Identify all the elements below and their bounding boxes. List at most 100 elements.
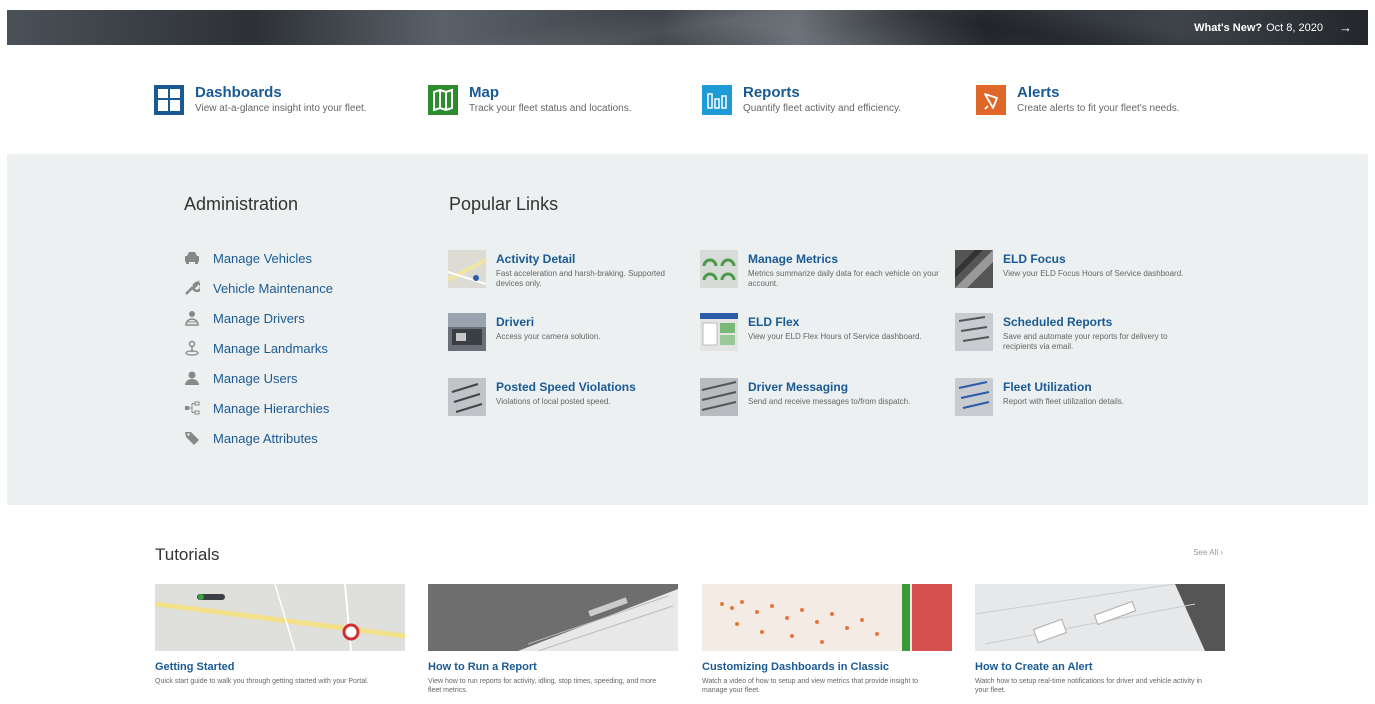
tag-icon (183, 429, 201, 447)
quick-link-title: Reports (743, 84, 800, 101)
popular-link-title: Driver Messaging (748, 380, 849, 394)
whats-new-date: Oct 8, 2020 (1266, 21, 1323, 34)
tutorial-desc: Watch a video of how to setup and view m… (702, 678, 919, 694)
admin-item-label: Manage Users (213, 370, 298, 386)
customizing-dashboards-thumbnail (702, 584, 952, 651)
popular-link-desc: Report with fleet utilization details. (1003, 397, 1124, 406)
quick-link-desc: Track your fleet status and locations. (469, 103, 632, 114)
admin-item-manage-users[interactable]: Manage Users (183, 363, 333, 393)
quick-link-title: Alerts (1017, 84, 1060, 101)
quick-link-dashboards[interactable]: Dashboards View at-a-glance insight into… (153, 84, 367, 116)
quick-link-reports[interactable]: Reports Quantify fleet activity and effi… (701, 84, 901, 116)
posted-speed-thumbnail (448, 378, 486, 416)
tutorial-card-customizing-dashboards[interactable]: Customizing Dashboards in Classic Watch … (702, 584, 952, 695)
tutorial-title: Getting Started (155, 661, 235, 673)
popular-link-desc: Access your camera solution. (496, 332, 601, 341)
eld-focus-thumbnail (955, 250, 993, 288)
quick-link-title: Dashboards (195, 84, 282, 101)
admin-item-label: Manage Landmarks (213, 340, 328, 356)
whats-new-label: What's New? (1194, 21, 1263, 34)
car-icon (183, 249, 201, 267)
scheduled-reports-thumbnail (955, 313, 993, 351)
popular-link-manage-metrics[interactable]: Manage Metrics Metrics summarize daily d… (700, 250, 940, 289)
tutorial-desc: Watch how to setup real-time notificatio… (975, 678, 1202, 694)
admin-item-label: Manage Drivers (213, 310, 305, 326)
popular-link-desc: Send and receive messages to/from dispat… (748, 397, 911, 406)
hero-banner: What's New? Oct 8, 2020 → (7, 10, 1368, 45)
fleet-utilization-thumbnail (955, 378, 993, 416)
user-icon (183, 369, 201, 387)
quick-link-map[interactable]: Map Track your fleet status and location… (427, 84, 632, 116)
popular-link-title: Posted Speed Violations (496, 380, 636, 394)
links-panel: Administration Popular Links Manage Vehi… (7, 154, 1368, 505)
popular-link-scheduled-reports[interactable]: Scheduled Reports Save and automate your… (955, 313, 1195, 352)
popular-link-desc: View your ELD Flex Hours of Service dash… (748, 332, 922, 341)
tutorial-desc: Quick start guide to walk you through ge… (155, 678, 369, 685)
admin-item-manage-drivers[interactable]: Manage Drivers (183, 303, 333, 333)
tutorial-title: Customizing Dashboards in Classic (702, 661, 890, 673)
popular-link-driveri[interactable]: Driveri Access your camera solution. (448, 313, 688, 351)
wrench-icon (183, 279, 201, 297)
popular-link-title: Scheduled Reports (1003, 315, 1113, 329)
tutorial-card-create-alert[interactable]: How to Create an Alert Watch how to setu… (975, 584, 1225, 695)
admin-item-label: Manage Attributes (213, 430, 318, 446)
tutorial-title: How to Create an Alert (975, 661, 1093, 673)
popular-link-title: Manage Metrics (748, 252, 839, 266)
popular-link-desc: Metrics summarize daily data for each ve… (748, 269, 939, 288)
see-all-link[interactable]: See All › (1193, 548, 1223, 557)
admin-item-manage-hierarchies[interactable]: Manage Hierarchies (183, 393, 333, 423)
admin-item-manage-attributes[interactable]: Manage Attributes (183, 423, 333, 453)
tutorials-heading: Tutorials (155, 545, 220, 564)
reports-icon (701, 84, 733, 116)
admin-item-vehicle-maintenance[interactable]: Vehicle Maintenance (183, 273, 333, 303)
admin-item-label: Manage Hierarchies (213, 400, 330, 416)
whats-new-link[interactable]: What's New? Oct 8, 2020 → (1194, 20, 1352, 35)
admin-item-label: Manage Vehicles (213, 250, 313, 266)
driver-messaging-thumbnail (700, 378, 738, 416)
popular-link-desc: Fast acceleration and harsh-braking. Sup… (496, 269, 665, 288)
eld-flex-thumbnail (700, 313, 738, 351)
popular-link-driver-messaging[interactable]: Driver Messaging Send and receive messag… (700, 378, 940, 416)
quick-link-alerts[interactable]: Alerts Create alerts to fit your fleet's… (975, 84, 1180, 116)
tutorial-title: How to Run a Report (428, 661, 537, 673)
getting-started-thumbnail (155, 584, 405, 651)
run-report-thumbnail (428, 584, 678, 651)
create-alert-thumbnail (975, 584, 1225, 651)
driver-icon (183, 309, 201, 327)
popular-link-title: Fleet Utilization (1003, 380, 1092, 394)
quick-link-desc: View at-a-glance insight into your fleet… (195, 103, 367, 114)
admin-item-label: Vehicle Maintenance (213, 280, 333, 296)
tutorial-desc: View how to run reports for activity, id… (428, 678, 657, 694)
alert-icon (975, 84, 1007, 116)
manage-metrics-thumbnail (700, 250, 738, 288)
admin-item-manage-vehicles[interactable]: Manage Vehicles (183, 243, 333, 273)
administration-list: Manage Vehicles Vehicle Maintenance Mana… (183, 243, 333, 453)
arrow-right-icon: → (1339, 20, 1352, 35)
popular-links-heading: Popular Links (449, 194, 559, 214)
quick-link-desc: Create alerts to fit your fleet's needs. (1017, 103, 1180, 114)
quick-link-desc: Quantify fleet activity and efficiency. (743, 103, 902, 114)
popular-link-desc: Violations of local posted speed. (496, 397, 611, 406)
landmark-icon (183, 339, 201, 357)
popular-link-title: Driveri (496, 315, 535, 329)
popular-link-posted-speed-violations[interactable]: Posted Speed Violations Violations of lo… (448, 378, 688, 416)
tutorial-card-run-report[interactable]: How to Run a Report View how to run repo… (428, 584, 678, 695)
popular-link-fleet-utilization[interactable]: Fleet Utilization Report with fleet util… (955, 378, 1195, 416)
quick-link-title: Map (469, 84, 499, 101)
administration-heading: Administration (184, 194, 299, 214)
popular-link-activity-detail[interactable]: Activity Detail Fast acceleration and ha… (448, 250, 688, 289)
popular-link-title: ELD Flex (748, 315, 800, 329)
map-icon (427, 84, 459, 116)
hierarchy-icon (183, 399, 201, 417)
driveri-thumbnail (448, 313, 486, 351)
tutorial-card-getting-started[interactable]: Getting Started Quick start guide to wal… (155, 584, 405, 686)
popular-link-title: ELD Focus (1003, 252, 1066, 266)
admin-item-manage-landmarks[interactable]: Manage Landmarks (183, 333, 333, 363)
activity-detail-thumbnail (448, 250, 486, 288)
popular-link-eld-focus[interactable]: ELD Focus View your ELD Focus Hours of S… (955, 250, 1195, 288)
popular-link-title: Activity Detail (496, 252, 576, 266)
popular-link-desc: Save and automate your reports for deliv… (1003, 332, 1168, 351)
popular-link-desc: View your ELD Focus Hours of Service das… (1003, 269, 1184, 278)
dashboard-icon (153, 84, 185, 116)
popular-link-eld-flex[interactable]: ELD Flex View your ELD Flex Hours of Ser… (700, 313, 940, 351)
